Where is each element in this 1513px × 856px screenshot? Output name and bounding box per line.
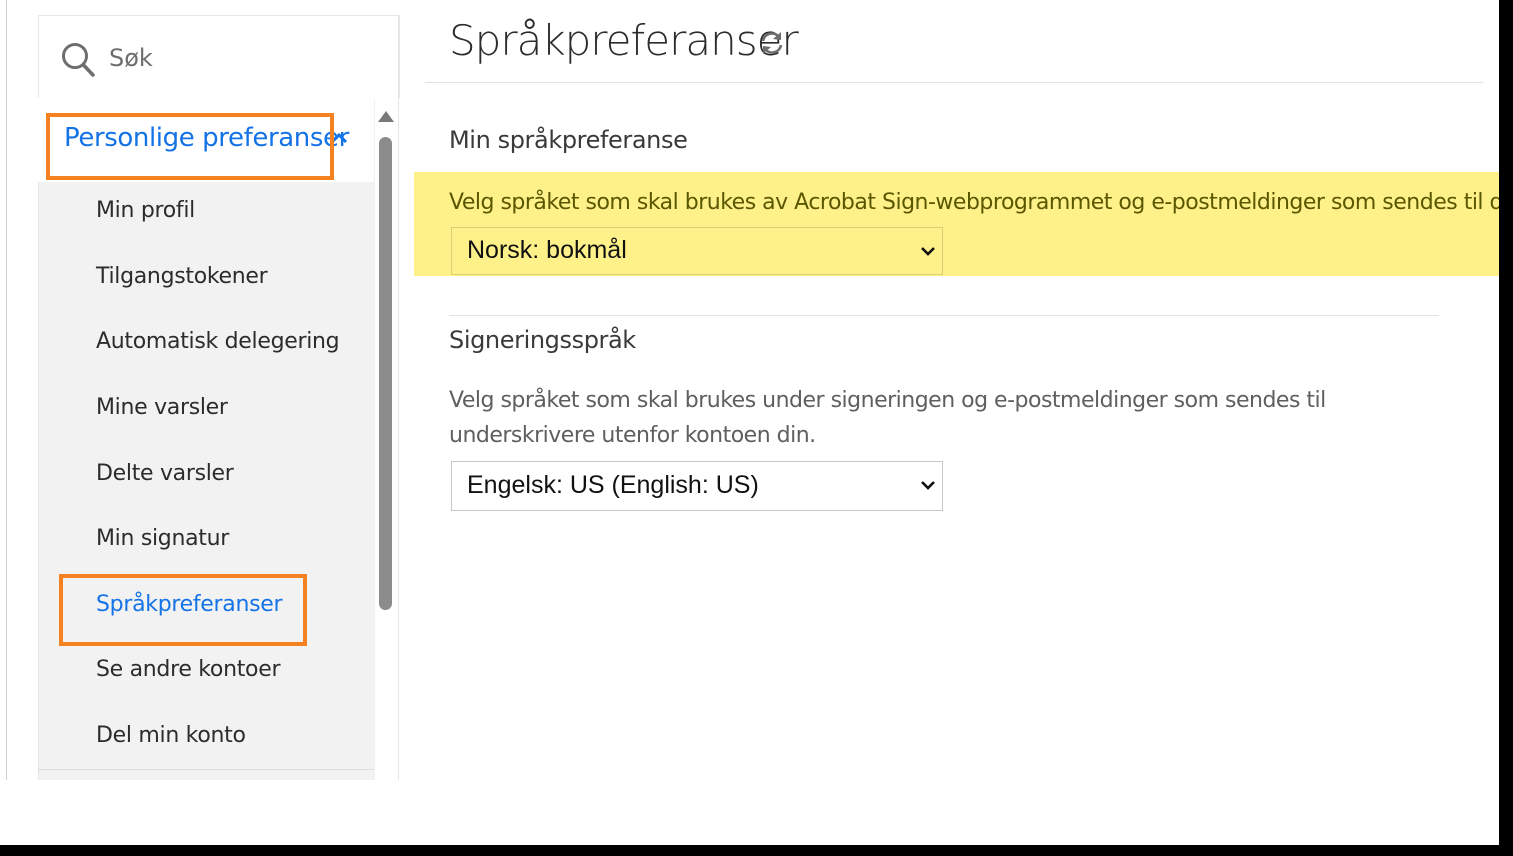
my-language-description: Velg språket som skal brukes av Acrobat … [449,190,1513,215]
section-divider [449,315,1439,316]
sidebar-item-min-signatur[interactable]: Min signatur [96,526,229,551]
title-divider [425,82,1483,83]
callout-highlight-group [46,113,334,180]
sidebar-item-delte-varsler[interactable]: Delte varsler [96,461,234,486]
search-box[interactable]: Søk [38,15,400,98]
callout-highlight-active-item [59,574,307,646]
window-shadow-bottom [0,845,1513,856]
refresh-icon[interactable] [758,29,786,57]
sidebar-item-mine-varsler[interactable]: Mine varsler [96,395,228,420]
sidebar-item-del-min-konto[interactable]: Del min konto [96,723,246,748]
signing-language-select[interactable]: Engelsk: US (English: US) [451,461,943,511]
window-shadow [1499,0,1513,856]
chevron-down-icon [921,481,935,490]
page-title: Språkpreferanser [449,16,799,65]
search-icon [62,43,95,77]
my-language-selected-value: Norsk: bokmål [467,236,627,264]
chevron-down-icon [921,247,935,256]
signing-language-selected-value: Engelsk: US (English: US) [467,471,759,499]
sidebar-item-min-profil[interactable]: Min profil [96,198,195,223]
sidebar-item-tilgangstokener[interactable]: Tilgangstokener [96,264,268,289]
section-heading-my-language: Min språkpreferanse [449,126,688,154]
my-language-select[interactable]: Norsk: bokmål [451,227,943,275]
sidebar-item-se-andre-kontoer[interactable]: Se andre kontoer [96,657,281,682]
sidebar-border [398,15,399,780]
scroll-up-arrow[interactable] [378,111,394,122]
search-input-placeholder[interactable]: Søk [109,44,153,72]
section-heading-signing-language: Signeringsspråk [449,326,636,354]
window-border [6,0,7,780]
nav-divider [38,769,374,770]
sidebar: Søk Personlige preferanser Min profil Ti… [38,15,400,780]
sidebar-item-automatisk-delegering[interactable]: Automatisk delegering [96,329,340,354]
signing-language-description: Velg språket som skal brukes under signe… [449,388,1326,448]
scrollbar-thumb[interactable] [379,137,392,610]
